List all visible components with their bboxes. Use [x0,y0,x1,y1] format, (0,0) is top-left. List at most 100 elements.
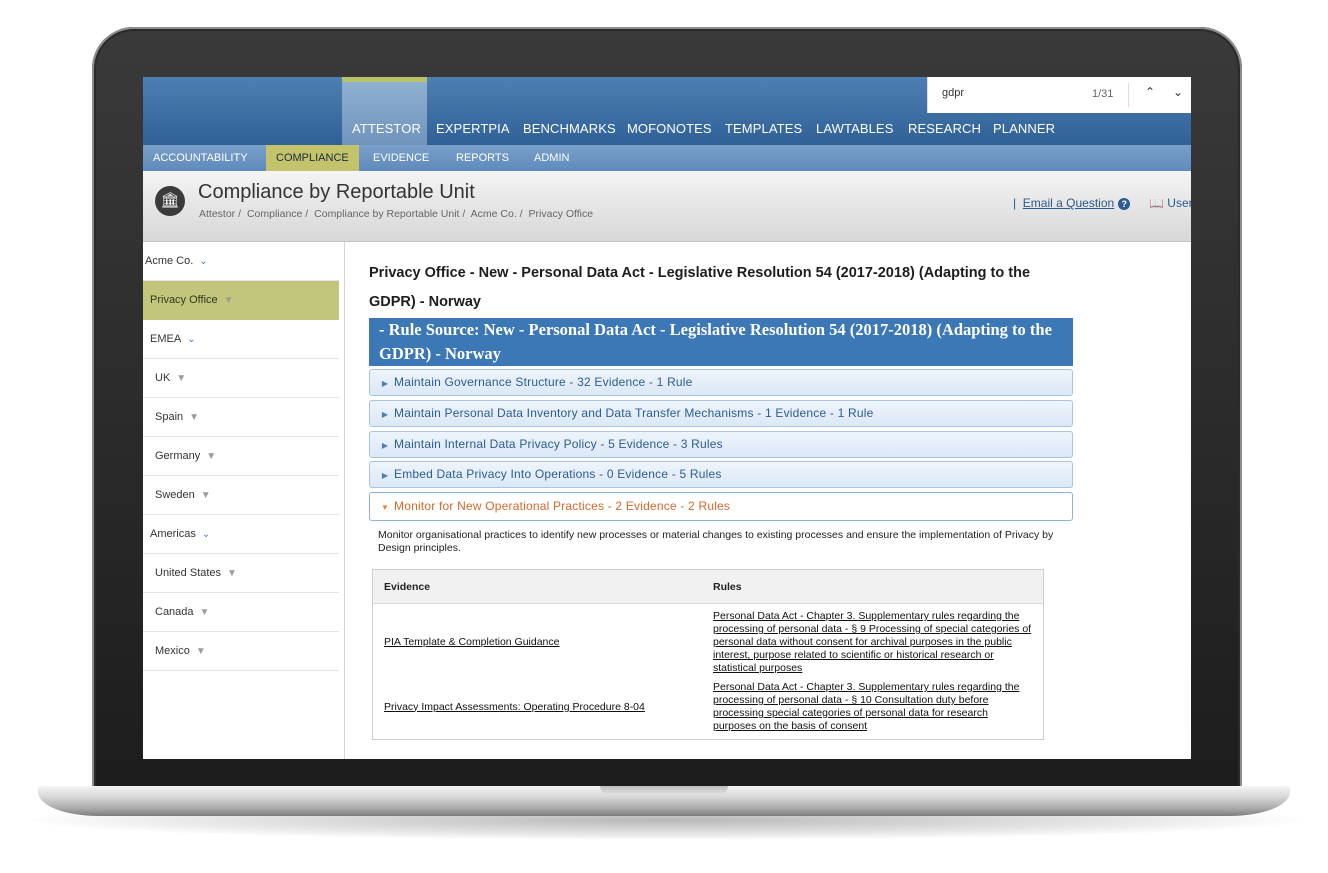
tab-lawtables[interactable]: LAWTABLES [816,121,893,136]
rule-cell: Personal Data Act - Chapter 3. Supplemen… [702,604,1044,679]
sidebar-item-acme-co[interactable]: Acme Co. ⌄ [143,242,339,281]
chevron-down-icon[interactable]: ⌄ [187,334,195,345]
evidence-table: Evidence Rules PIA Template & Completion… [372,569,1044,740]
breadcrumb-item: Privacy Office [528,208,594,220]
column-header-rules: Rules [702,569,1044,604]
caret-right-icon: ▶ [381,379,389,388]
reportable-unit-tree: Acme Co. ⌄ Privacy Office ▼ EMEA ⌄ UK ▼ Spai… [143,242,345,759]
filter-icon[interactable]: ▼ [176,373,186,384]
subnav-evidence[interactable]: EVIDENCE [363,145,439,171]
search-bar: 1/31 ⌃ ⌄ [927,77,1191,113]
user-guide-label: User [1167,196,1191,210]
breadcrumb-item[interactable]: Compliance / [247,208,308,220]
rule-link[interactable]: Personal Data Act - Chapter 3. Supplemen… [713,681,1019,732]
sidebar-item-label: Germany [155,450,201,462]
section-embed-data-privacy[interactable]: ▶ Embed Data Privacy Into Operations - 0 … [369,461,1073,488]
tab-mofonotes[interactable]: MOFONOTES [627,121,712,136]
sidebar-item-label: Canada [155,606,194,618]
caret-down-icon: ▼ [380,503,390,512]
tab-research[interactable]: RESEARCH [908,121,981,136]
laptop-notch [600,786,728,795]
rule-link[interactable]: Personal Data Act - Chapter 3. Supplemen… [713,610,1031,674]
sidebar-item-sweden[interactable]: Sweden ▼ [143,476,339,515]
caret-right-icon: ▶ [381,441,389,450]
sidebar-item-label: Sweden [155,489,195,501]
sidebar-item-uk[interactable]: UK ▼ [143,359,339,398]
top-navigation: ATTESTOR EXPERTPIA BENCHMARKS MOFONOTES … [143,77,1191,145]
tab-templates[interactable]: TEMPLATES [725,121,802,136]
subnav-reports[interactable]: REPORTS [446,145,519,171]
chevron-down-icon[interactable]: ⌄ [202,529,210,540]
tab-benchmarks[interactable]: BENCHMARKS [523,121,616,136]
table-header-row: Evidence Rules [372,569,1044,604]
section-description: Monitor organisational practices to iden… [378,529,1054,554]
page-header: 🏛 Compliance by Reportable Unit Attestor… [143,171,1191,242]
section-monitor-new-operational-practices[interactable]: ▼ Monitor for New Operational Practices -… [369,492,1073,521]
chevron-down-icon[interactable]: ⌄ [199,256,207,267]
evidence-link[interactable]: Privacy Impact Assessments: Operating Pr… [384,701,645,713]
breadcrumb-item[interactable]: Attestor / [199,208,241,220]
search-divider [1128,83,1129,107]
institution-icon: 🏛 [155,186,185,216]
sidebar-item-united-states[interactable]: United States ▼ [143,554,339,593]
evidence-cell: Privacy Impact Assessments: Operating Pr… [373,678,703,740]
sidebar-item-label: Americas [150,528,196,540]
filter-icon[interactable]: ▼ [227,568,237,579]
rule-cell: Personal Data Act - Chapter 3. Supplemen… [702,678,1044,740]
filter-icon[interactable]: ▼ [224,295,234,306]
section-label: Maintain Personal Data Inventory and Dat… [394,406,874,420]
sidebar-item-label: Privacy Office [150,294,218,306]
breadcrumb-item[interactable]: Compliance by Reportable Unit / [314,208,465,220]
section-maintain-governance-structure[interactable]: ▶ Maintain Governance Structure - 32 Evid… [369,369,1073,396]
sidebar-item-label: Spain [155,411,184,423]
question-circle-icon[interactable]: ? [1118,197,1131,210]
sidebar-item-americas[interactable]: Americas ⌄ [143,515,339,554]
tab-attestor[interactable]: ATTESTOR [352,121,421,136]
filter-icon[interactable]: ▼ [196,646,206,657]
caret-right-icon: ▶ [381,471,389,480]
sidebar-item-spain[interactable]: Spain ▼ [143,398,339,437]
subnav-accountability[interactable]: ACCOUNTABILITY [143,145,258,171]
email-question-link-wrap: | Email a Question? [1013,196,1131,210]
sidebar-item-privacy-office[interactable]: Privacy Office ▼ [143,281,339,320]
evidence-link[interactable]: PIA Template & Completion Guidance [384,636,560,648]
subnav-compliance[interactable]: COMPLIANCE [266,145,359,171]
section-label: Maintain Internal Data Privacy Policy - … [394,437,723,451]
filter-icon[interactable]: ▼ [189,412,199,423]
sidebar-item-label: United States [155,567,222,579]
sidebar-item-canada[interactable]: Canada ▼ [143,593,339,632]
sidebar-item-mexico[interactable]: Mexico ▼ [143,632,339,671]
evidence-cell: PIA Template & Completion Guidance [373,604,703,679]
section-label: Embed Data Privacy Into Operations - 0 E… [394,467,722,481]
section-maintain-personal-data-inventory[interactable]: ▶ Maintain Personal Data Inventory and Da… [369,400,1073,427]
section-maintain-internal-data-privacy-policy[interactable]: ▶ Maintain Internal Data Privacy Policy -… [369,431,1073,458]
search-match-count: 1/31 [1092,88,1114,100]
caret-right-icon: ▶ [381,410,389,419]
email-question-link[interactable]: Email a Question [1023,196,1114,210]
user-guide-link[interactable]: 📖 User [1149,196,1191,210]
tab-expertpia[interactable]: EXPERTPIA [436,121,510,136]
breadcrumb: Attestor / Compliance / Compliance by Re… [199,208,596,220]
sidebar-item-germany[interactable]: Germany ▼ [143,437,339,476]
subnav-admin[interactable]: ADMIN [524,145,579,171]
sidebar-item-label: Mexico [155,645,190,657]
chevron-up-icon[interactable]: ⌃ [1142,85,1158,103]
rule-source-banner[interactable]: - Rule Source: New - Personal Data Act -… [369,318,1073,366]
table-row: Privacy Impact Assessments: Operating Pr… [373,678,1044,740]
chevron-down-icon[interactable]: ⌄ [1170,85,1186,103]
filter-icon[interactable]: ▼ [206,451,216,462]
document-title: Privacy Office - New - Personal Data Act… [369,265,1031,310]
table-row: PIA Template & Completion Guidance Perso… [373,604,1044,679]
column-header-evidence: Evidence [372,569,702,604]
sidebar-item-emea[interactable]: EMEA ⌄ [143,320,339,359]
sidebar-item-label: EMEA [150,333,182,345]
main-content: Privacy Office - New - Personal Data Act… [368,242,1088,759]
search-input[interactable] [940,86,1074,100]
breadcrumb-item[interactable]: Acme Co. / [471,208,523,220]
tab-planner[interactable]: PLANNER [993,121,1055,136]
filter-icon[interactable]: ▼ [200,607,210,618]
filter-icon[interactable]: ▼ [201,490,211,501]
sidebar-item-label: UK [155,372,171,384]
sub-navigation: ACCOUNTABILITY COMPLIANCE EVIDENCE REPOR… [143,145,1191,171]
section-label: Monitor for New Operational Practices - … [394,499,731,513]
